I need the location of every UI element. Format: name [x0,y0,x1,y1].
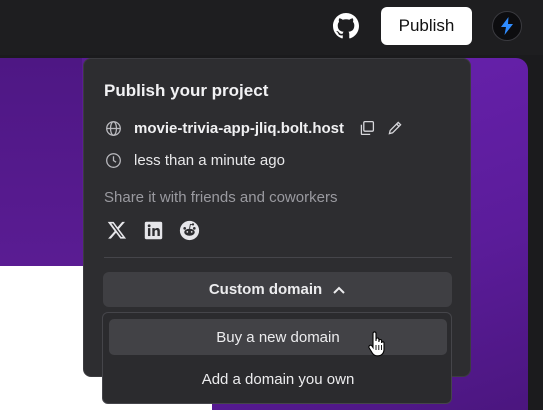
custom-domain-label: Custom domain [208,281,323,298]
popover-title: Publish your project [104,81,269,100]
chevron-up-icon [332,285,346,295]
top-bar: Publish [0,0,543,55]
x-icon[interactable] [106,219,128,241]
reddit-icon[interactable] [178,219,200,241]
github-icon[interactable] [332,12,360,40]
menu-item-add-domain[interactable]: Add a domain you own [109,361,447,397]
bolt-icon[interactable] [492,11,522,41]
publish-button[interactable]: Publish [381,7,472,45]
custom-domain-menu: Buy a new domain Add a domain you own [102,312,452,404]
project-url[interactable]: movie-trivia-app-jliq.bolt.host [134,120,344,137]
linkedin-icon[interactable] [142,219,164,241]
preview-background-left [0,58,90,266]
published-time: less than a minute ago [134,151,285,169]
clock-icon [104,151,122,169]
custom-domain-button[interactable]: Custom domain [103,272,452,307]
time-row: less than a minute ago [104,151,285,169]
share-label: Share it with friends and coworkers [104,189,338,206]
hand-cursor-icon [368,331,385,357]
url-row: movie-trivia-app-jliq.bolt.host [104,119,404,137]
pencil-icon[interactable] [386,119,404,137]
divider [104,257,452,258]
social-share-row [106,219,200,241]
menu-item-buy-domain[interactable]: Buy a new domain [109,319,447,355]
copy-icon[interactable] [358,119,376,137]
globe-icon [104,119,122,137]
